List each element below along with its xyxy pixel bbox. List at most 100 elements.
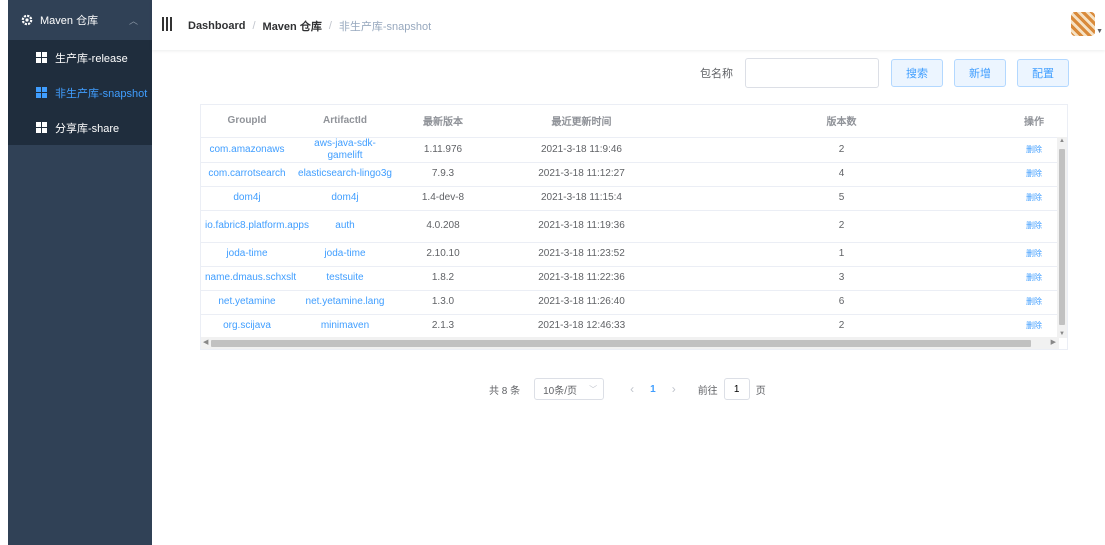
delete-button[interactable]: 删除 bbox=[1009, 210, 1059, 243]
latest-version: 1.11.976 bbox=[397, 137, 489, 163]
page-size-select[interactable]: 10条/页 ﹀ bbox=[534, 378, 605, 400]
updated-time: 2021-3-18 11:12:27 bbox=[489, 162, 674, 187]
delete-button[interactable]: 删除 bbox=[1009, 314, 1059, 339]
latest-version: 2.1.3 bbox=[397, 314, 489, 339]
delete-button[interactable]: 删除 bbox=[1009, 162, 1059, 187]
latest-version: 1.8.2 bbox=[397, 266, 489, 291]
group-id-link[interactable]: joda-time bbox=[201, 242, 293, 267]
menu-title: Maven 仓库 bbox=[40, 15, 99, 27]
goto-page-input[interactable] bbox=[723, 378, 750, 400]
caret-down-icon[interactable]: ▼ bbox=[1096, 28, 1103, 35]
chevron-down-icon: ﹀ bbox=[589, 384, 598, 394]
sidebar: Maven 仓库 ︿ 生产库-release 非生产库-snapshot 分享库… bbox=[8, 0, 152, 545]
latest-version: 1.3.0 bbox=[397, 290, 489, 315]
page-number[interactable]: 1 bbox=[650, 384, 656, 395]
table-row: com.carrotsearch elasticsearch-lingo3g 7… bbox=[201, 162, 1059, 187]
scrollbar-thumb[interactable] bbox=[1059, 149, 1065, 325]
submenu: 生产库-release 非生产库-snapshot 分享库-share bbox=[8, 40, 152, 145]
latest-version: 7.9.3 bbox=[397, 162, 489, 187]
grid-icon bbox=[36, 52, 47, 63]
artifact-id-link[interactable]: testsuite bbox=[293, 266, 397, 291]
search-button[interactable]: 搜索 bbox=[891, 59, 943, 87]
sidebar-item-share[interactable]: 分享库-share bbox=[8, 110, 152, 145]
goto-label: 前往 bbox=[697, 385, 718, 397]
sidebar-item-release[interactable]: 生产库-release bbox=[8, 40, 152, 75]
scroll-left-icon[interactable]: ◀ bbox=[203, 338, 208, 346]
menu-maven-repo[interactable]: Maven 仓库 ︿ bbox=[8, 0, 152, 40]
group-id-link[interactable]: com.amazonaws bbox=[201, 137, 293, 163]
delete-button[interactable]: 删除 bbox=[1009, 186, 1059, 211]
scroll-right-icon[interactable]: ▶ bbox=[1051, 338, 1056, 346]
updated-time: 2021-3-18 11:26:40 bbox=[489, 290, 674, 315]
column-header: 最近更新时间 bbox=[489, 105, 674, 138]
group-id-link[interactable]: name.dmaus.schxslt bbox=[201, 266, 296, 291]
version-count: 6 bbox=[674, 290, 1009, 315]
pagination: 共 8 条 10条/页 ﹀ ‹ 1 › 前往 页 bbox=[489, 378, 766, 400]
horizontal-scrollbar[interactable]: ◀ ▶ bbox=[201, 337, 1059, 349]
add-button[interactable]: 新增 bbox=[954, 59, 1006, 87]
column-header: 操作 bbox=[1009, 105, 1059, 138]
group-id-link[interactable]: dom4j bbox=[201, 186, 293, 211]
breadcrumb-maven[interactable]: Maven 仓库 bbox=[263, 18, 322, 34]
breadcrumb-separator: / bbox=[252, 20, 256, 32]
scroll-down-icon[interactable]: ▼ bbox=[1059, 331, 1065, 337]
column-header: ArtifactId bbox=[293, 105, 397, 138]
gear-icon bbox=[20, 13, 34, 27]
breadcrumb: Dashboard / Maven 仓库 / 非生产库-snapshot bbox=[188, 18, 431, 34]
search-bar: 包名称 搜索 新增 配置 bbox=[700, 58, 1080, 88]
prev-page-icon[interactable]: ‹ bbox=[630, 382, 634, 396]
breadcrumb-current: 非生产库-snapshot bbox=[338, 21, 432, 33]
version-count: 3 bbox=[674, 266, 1009, 291]
version-count: 2 bbox=[674, 137, 1009, 163]
vertical-scrollbar[interactable]: ▲ ▼ bbox=[1057, 137, 1067, 338]
latest-version: 4.0.208 bbox=[397, 210, 489, 243]
scrollbar-thumb[interactable] bbox=[211, 340, 1031, 347]
delete-button[interactable]: 删除 bbox=[1009, 137, 1059, 163]
group-id-link[interactable]: org.scijava bbox=[201, 314, 293, 339]
breadcrumb-dashboard[interactable]: Dashboard bbox=[188, 20, 245, 32]
table-row: dom4j dom4j 1.4-dev-8 2021-3-18 11:15:4 … bbox=[201, 186, 1059, 211]
next-page-icon[interactable]: › bbox=[672, 382, 676, 396]
version-count: 2 bbox=[674, 314, 1009, 339]
artifact-id-link[interactable]: minimaven bbox=[293, 314, 397, 339]
sidebar-item-label: 生产库-release bbox=[55, 52, 128, 65]
page-size-value: 10条/页 bbox=[543, 385, 578, 397]
latest-version: 2.10.10 bbox=[397, 242, 489, 267]
group-id-link[interactable]: com.carrotsearch bbox=[201, 162, 293, 187]
avatar[interactable] bbox=[1071, 12, 1095, 36]
app: Maven 仓库 ︿ 生产库-release 非生产库-snapshot 分享库… bbox=[0, 0, 1105, 545]
grid-icon bbox=[36, 122, 47, 133]
table-row: org.scijava minimaven 2.1.3 2021-3-18 12… bbox=[201, 314, 1059, 339]
package-name-input[interactable] bbox=[745, 58, 879, 88]
artifact-id-link[interactable]: elasticsearch-lingo3g bbox=[293, 162, 397, 187]
delete-button[interactable]: 删除 bbox=[1009, 266, 1059, 291]
updated-time: 2021-3-18 11:15:4 bbox=[489, 186, 674, 211]
sidebar-item-snapshot[interactable]: 非生产库-snapshot bbox=[8, 75, 152, 110]
package-name-label: 包名称 bbox=[700, 68, 733, 80]
breadcrumb-separator: / bbox=[328, 20, 332, 32]
delete-button[interactable]: 删除 bbox=[1009, 242, 1059, 267]
config-button[interactable]: 配置 bbox=[1017, 59, 1069, 87]
page-suffix: 页 bbox=[755, 385, 766, 397]
group-id-link[interactable]: net.yetamine bbox=[201, 290, 293, 315]
version-count: 5 bbox=[674, 186, 1009, 211]
artifact-id-link[interactable]: aws-java-sdk-gamelift bbox=[293, 137, 397, 163]
sidebar-item-label: 非生产库-snapshot bbox=[55, 87, 148, 100]
artifact-id-link[interactable]: joda-time bbox=[293, 242, 397, 267]
total-count: 共 8 条 bbox=[489, 385, 521, 397]
artifact-id-link[interactable]: net.yetamine.lang bbox=[293, 290, 397, 315]
scroll-up-icon[interactable]: ▲ bbox=[1059, 138, 1065, 144]
table-row: name.dmaus.schxslt testsuite 1.8.2 2021-… bbox=[201, 266, 1059, 291]
hamburger-icon[interactable] bbox=[162, 17, 174, 31]
latest-version: 1.4-dev-8 bbox=[397, 186, 489, 211]
table-row: com.amazonaws aws-java-sdk-gamelift 1.11… bbox=[201, 137, 1059, 163]
table-header-row: GroupId ArtifactId 最新版本 最近更新时间 版本数 操作 bbox=[201, 105, 1059, 138]
updated-time: 2021-3-18 11:19:36 bbox=[489, 210, 674, 243]
table-row: net.yetamine net.yetamine.lang 1.3.0 202… bbox=[201, 290, 1059, 315]
artifact-id-link[interactable]: dom4j bbox=[293, 186, 397, 211]
column-header: GroupId bbox=[201, 105, 293, 138]
group-id-link[interactable]: io.fabric8.platform.apps bbox=[201, 210, 309, 243]
delete-button[interactable]: 删除 bbox=[1009, 290, 1059, 315]
version-count: 2 bbox=[674, 210, 1009, 243]
column-header: 版本数 bbox=[674, 105, 1009, 138]
